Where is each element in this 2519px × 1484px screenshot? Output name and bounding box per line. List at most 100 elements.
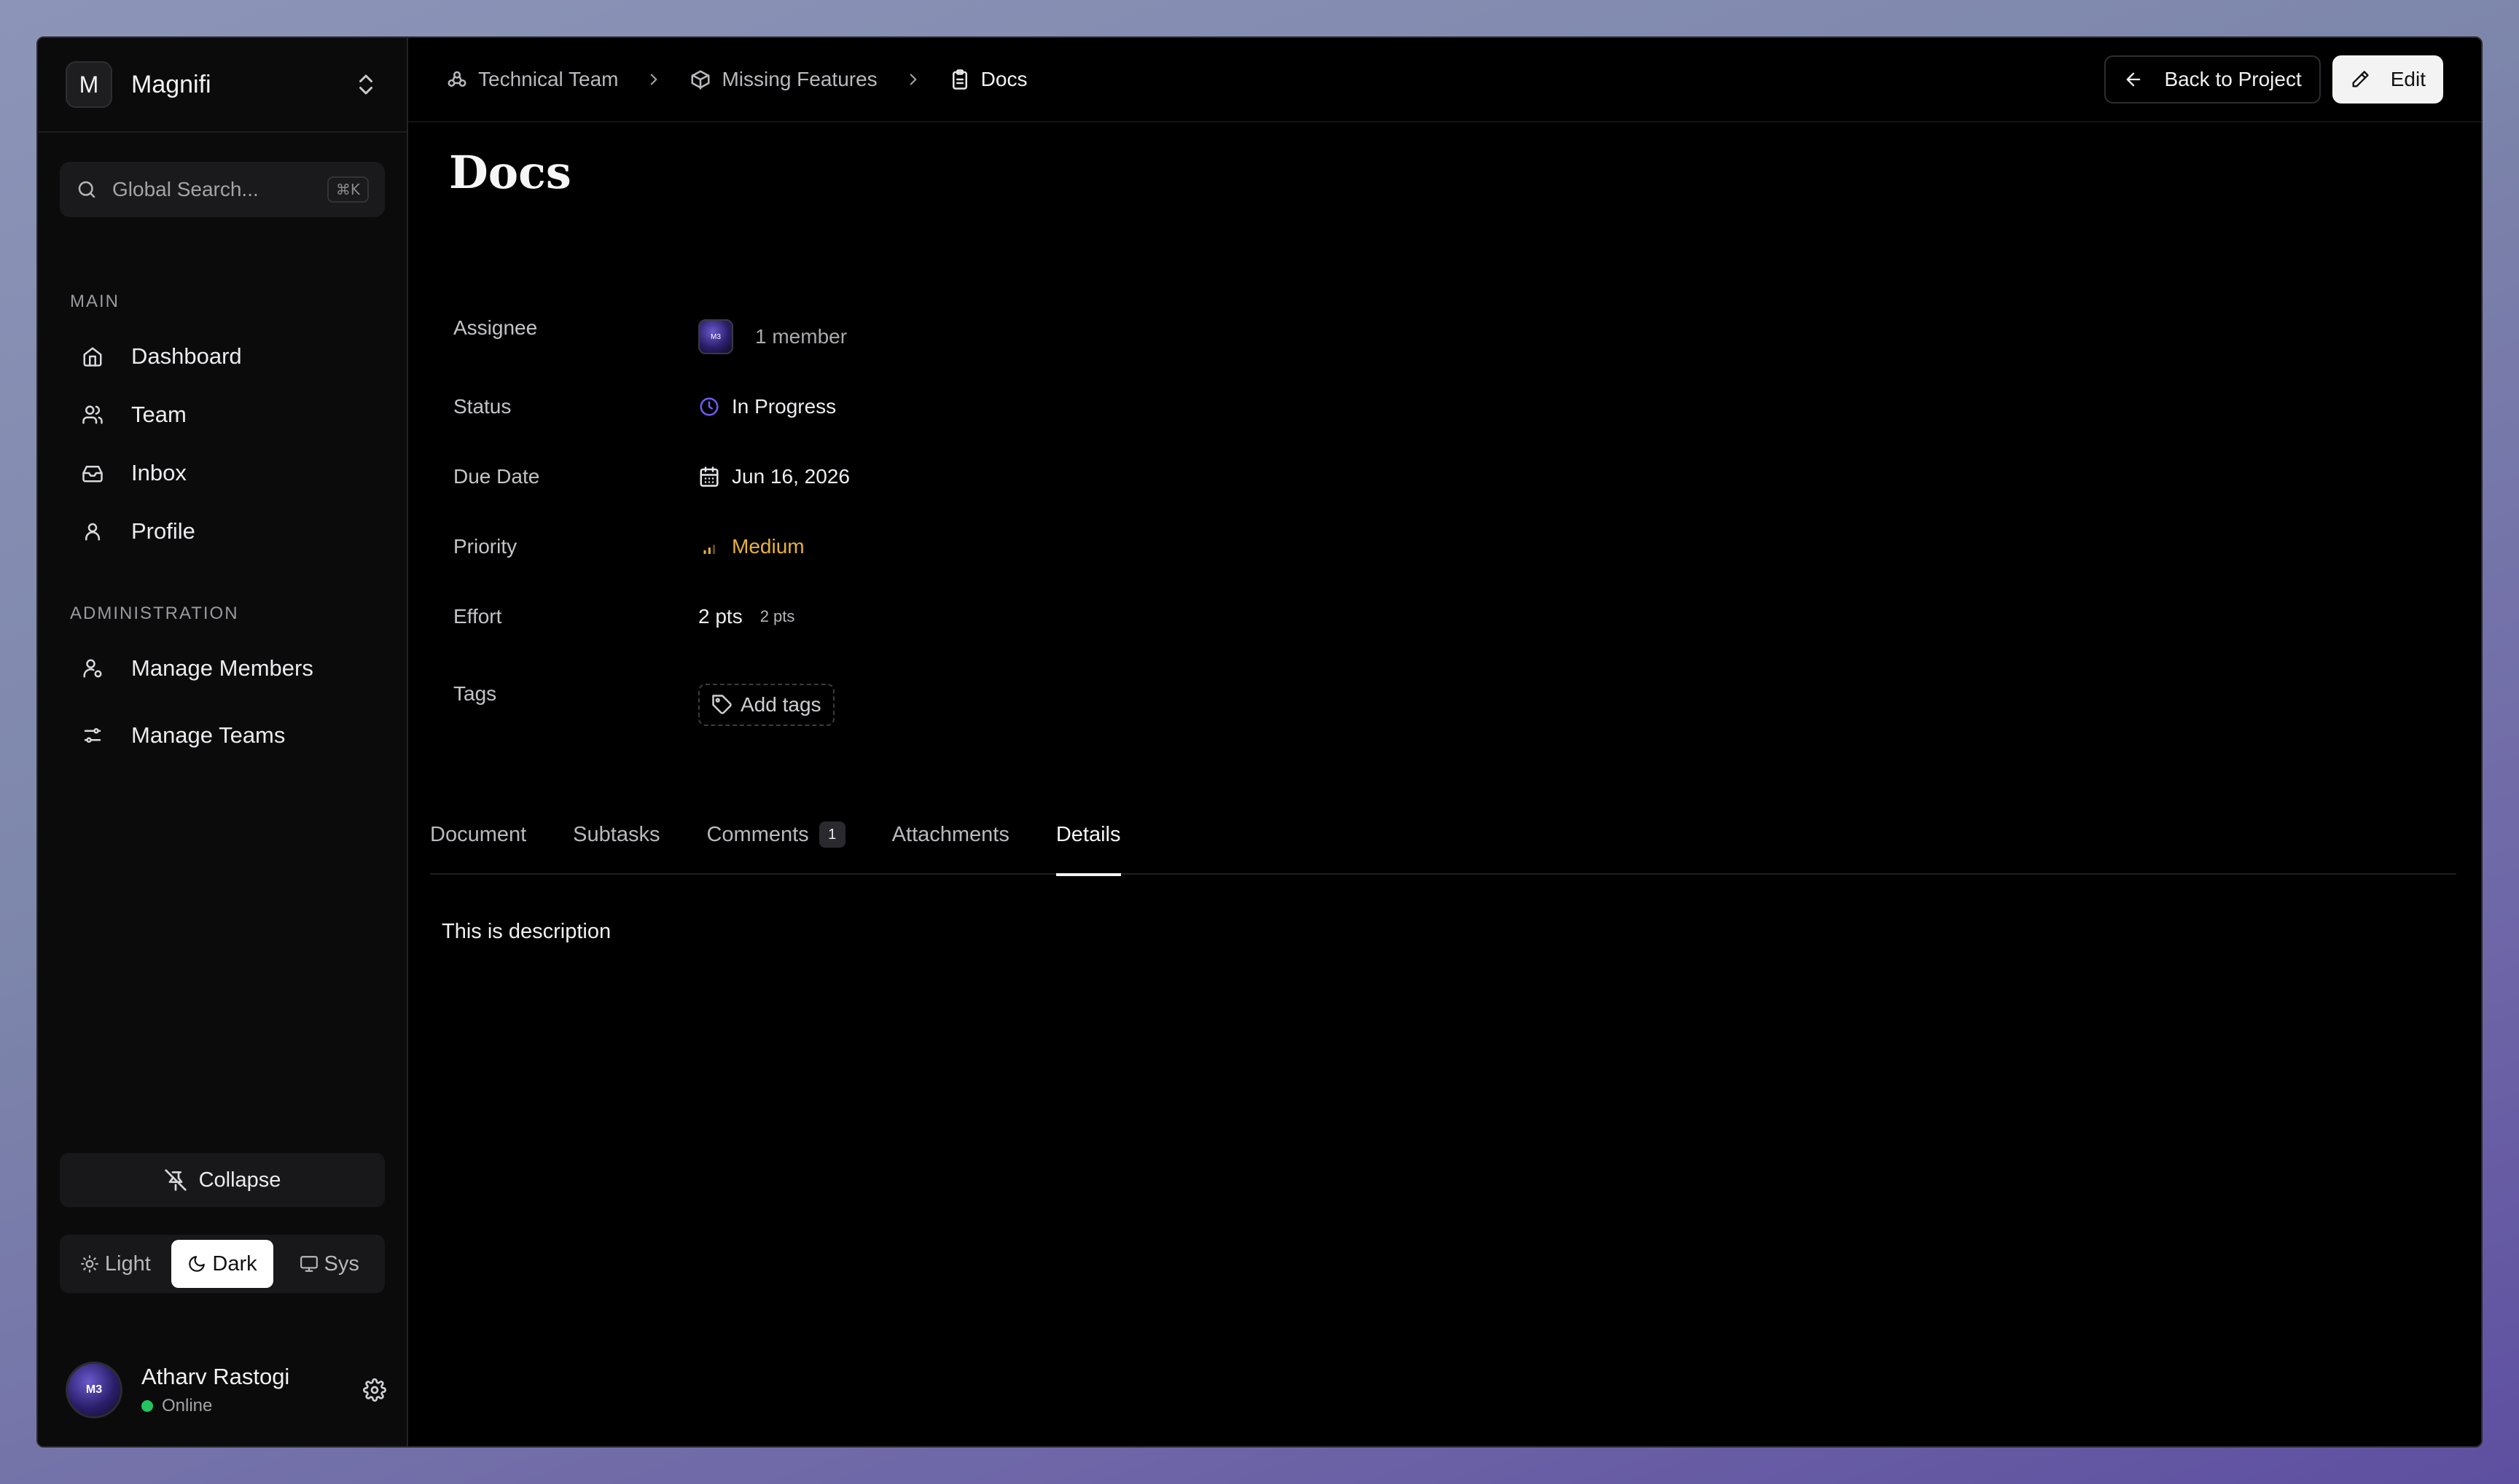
tab-subtasks[interactable]: Subtasks xyxy=(573,812,660,875)
pin-off-icon xyxy=(164,1169,187,1191)
sidebar: M Magnifi Global Search... ⌘K MAIN Dashb… xyxy=(38,38,408,1446)
avatar: M3 xyxy=(66,1362,122,1418)
tab-label: Subtasks xyxy=(573,822,660,846)
add-tags-button[interactable]: Add tags xyxy=(698,684,835,726)
tags-value: Add tags xyxy=(698,684,835,726)
tab-label: Details xyxy=(1055,822,1121,846)
tag-icon xyxy=(712,695,732,714)
sidebar-item-label: Inbox xyxy=(131,460,187,485)
gear-icon[interactable] xyxy=(363,1378,386,1402)
sidebar-item-label: Dashboard xyxy=(131,343,242,369)
clock-icon xyxy=(700,397,719,416)
monitor-icon xyxy=(300,1256,318,1272)
sidebar-item-manage-members[interactable]: Manage Members xyxy=(82,647,313,690)
breadcrumb-missing-features[interactable]: Missing Features xyxy=(690,68,878,91)
breadcrumb-docs: Docs xyxy=(949,68,1028,91)
user-card[interactable]: M3 Atharv Rastogi Online xyxy=(66,1357,386,1423)
theme-dark-option[interactable]: Dark xyxy=(171,1240,274,1288)
inbox-icon xyxy=(82,466,103,483)
section-label-administration: ADMINISTRATION xyxy=(70,604,239,623)
chevron-right-icon xyxy=(910,74,917,85)
online-dot-icon xyxy=(141,1400,153,1412)
tab-details[interactable]: Details xyxy=(1055,812,1121,876)
comments-count-badge: 1 xyxy=(819,821,845,848)
theme-sys-label: Sys xyxy=(324,1251,359,1276)
breadcrumb-label: Technical Team xyxy=(478,68,619,90)
home-icon xyxy=(83,347,102,367)
workspace-switcher[interactable]: M Magnifi xyxy=(38,38,407,133)
sidebar-item-manage-teams[interactable]: Manage Teams xyxy=(82,714,285,757)
box-icon xyxy=(691,70,710,90)
team-icon xyxy=(448,71,466,87)
calendar-icon xyxy=(700,466,719,487)
global-search[interactable]: Global Search... ⌘K xyxy=(60,162,385,217)
tab-bar: Document Subtasks Comments 1 Attachments … xyxy=(430,812,2456,876)
property-label: Tags xyxy=(453,682,497,705)
search-icon xyxy=(78,181,95,198)
assignee-avatar: M3 xyxy=(698,319,733,354)
back-to-project-button[interactable]: Back to Project xyxy=(2104,55,2321,104)
clipboard-icon xyxy=(952,69,967,90)
sidebar-item-team[interactable]: Team xyxy=(82,393,187,437)
status-label: In Progress xyxy=(732,395,837,418)
sidebar-item-inbox[interactable]: Inbox xyxy=(82,451,187,495)
user-cog-icon xyxy=(83,659,102,678)
property-label: Effort xyxy=(453,605,502,628)
sun-icon xyxy=(80,1255,98,1273)
breadcrumb-label: Docs xyxy=(980,68,1028,90)
arrow-left-icon xyxy=(2127,72,2141,87)
theme-light-label: Light xyxy=(104,1251,151,1276)
theme-dark-label: Dark xyxy=(212,1251,257,1276)
edit-button[interactable]: Edit xyxy=(2332,55,2443,104)
chevrons-up-down-icon[interactable] xyxy=(353,71,379,98)
page-title: Docs xyxy=(449,146,571,199)
tab-attachments[interactable]: Attachments xyxy=(892,812,1009,875)
users-icon xyxy=(82,405,103,424)
status-value[interactable]: In Progress xyxy=(698,395,836,418)
due-date-value[interactable]: Jun 16, 2026 xyxy=(698,465,850,488)
tab-label: Document xyxy=(430,822,527,846)
breadcrumb-label: Missing Features xyxy=(722,68,878,90)
sidebar-item-label: Profile xyxy=(131,518,195,544)
due-date-label: Jun 16, 2026 xyxy=(732,465,850,488)
property-label: Priority xyxy=(453,535,518,558)
sidebar-item-label: Team xyxy=(131,402,187,427)
moon-icon xyxy=(189,1256,206,1272)
collapse-button[interactable]: Collapse xyxy=(60,1153,385,1207)
search-shortcut: ⌘K xyxy=(327,176,369,203)
section-label-main: MAIN xyxy=(70,292,120,311)
effort-value[interactable]: 2 pts 2 pts xyxy=(698,605,794,628)
app-window: M Magnifi Global Search... ⌘K MAIN Dashb… xyxy=(36,36,2483,1448)
tab-document[interactable]: Document xyxy=(430,812,526,875)
theme-sys-option[interactable]: Sys xyxy=(278,1240,380,1288)
user-icon xyxy=(85,523,100,541)
sidebar-item-dashboard[interactable]: Dashboard xyxy=(82,335,242,378)
workspace-avatar: M xyxy=(66,61,112,108)
user-status: Online xyxy=(141,1396,363,1416)
main-content: Technical Team Missing Features Docs Bac… xyxy=(408,38,2481,1446)
property-label: Assignee xyxy=(453,316,538,339)
assignee-value[interactable]: M3 1 member xyxy=(698,319,847,354)
breadcrumb-technical-team[interactable]: Technical Team xyxy=(446,68,618,91)
theme-light-option[interactable]: Light xyxy=(64,1240,167,1288)
priority-label: Medium xyxy=(732,535,805,558)
priority-value[interactable]: Medium xyxy=(698,535,805,558)
sidebar-item-label: Manage Teams xyxy=(131,722,286,748)
chevron-right-icon xyxy=(651,74,657,85)
user-name: Atharv Rastogi xyxy=(141,1364,290,1389)
sidebar-item-profile[interactable]: Profile xyxy=(82,509,195,553)
pencil-icon xyxy=(2352,71,2369,87)
user-status-label: Online xyxy=(162,1396,213,1415)
task-description: This is description xyxy=(442,920,612,943)
edit-button-label: Edit xyxy=(2390,68,2426,90)
property-label: Due Date xyxy=(453,465,540,488)
add-tags-label: Add tags xyxy=(741,693,821,716)
back-button-label: Back to Project xyxy=(2164,68,2302,90)
search-placeholder: Global Search... xyxy=(112,178,259,200)
tab-comments[interactable]: Comments 1 xyxy=(706,812,845,875)
sidebar-item-label: Manage Members xyxy=(131,655,313,681)
sliders-icon xyxy=(84,728,101,743)
tab-label: Comments xyxy=(706,822,809,846)
tab-label: Attachments xyxy=(891,822,1009,846)
effort-label: 2 pts xyxy=(698,605,743,628)
